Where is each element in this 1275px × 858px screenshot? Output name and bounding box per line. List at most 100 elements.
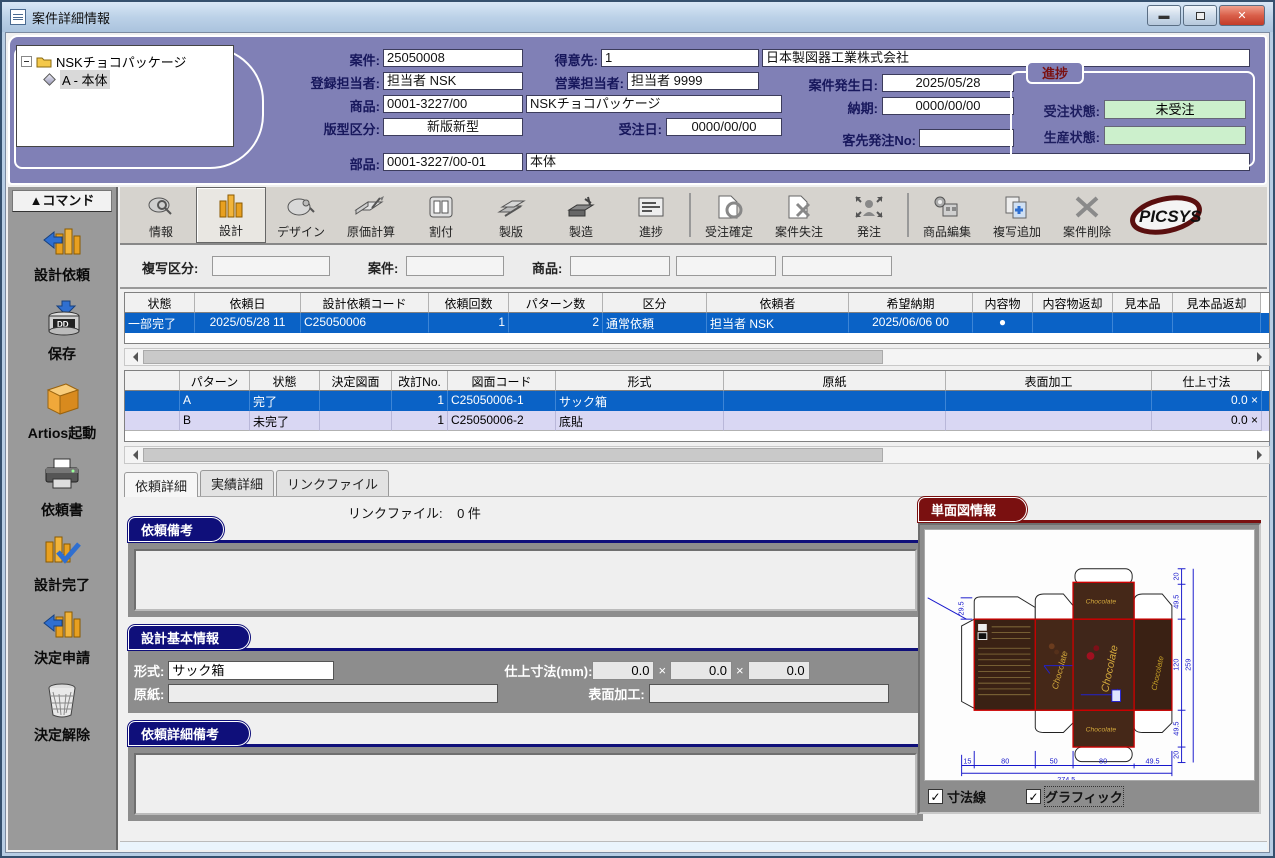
copy-case-field[interactable] xyxy=(406,256,504,276)
toolbar-copy-add[interactable]: 複写追加 xyxy=(982,187,1052,243)
toolbar-hacchu[interactable]: 発注 xyxy=(834,187,904,243)
dimension-line-checkbox[interactable]: ✓ 寸法線 xyxy=(928,787,986,806)
col-request-count: 依頼回数 xyxy=(429,293,509,313)
customer-po-field[interactable] xyxy=(919,129,1014,147)
single-view-section: 単面図情報 xyxy=(918,497,1261,814)
request-detail-note-field[interactable] xyxy=(134,753,917,815)
pattern-row-b[interactable]: B 未完了 1 C25050006-2 底貼 0.0 × xyxy=(125,411,1269,431)
pattern-table-scrollbar[interactable] xyxy=(124,446,1270,464)
tab-link-file[interactable]: リンクファイル xyxy=(276,470,389,496)
col-requester: 依頼者 xyxy=(707,293,849,313)
pattern-table-header: パターン 状態 決定図面 改訂No. 図面コード 形式 原紙 表面加工 仕上寸法 xyxy=(125,371,1269,391)
copy-product-name-field[interactable] xyxy=(782,256,892,276)
design-basic-section: 設計基本情報 形式: サック箱 仕上寸法(mm): 0.0 × 0.0 × xyxy=(128,625,923,713)
sidebar-item-decision-apply[interactable]: 決定申請 xyxy=(8,609,116,668)
surface-field[interactable] xyxy=(649,684,889,703)
base-paper-label: 原紙: xyxy=(134,684,164,703)
detail-tabs: 依頼詳細 実績詳細 リンクファイル xyxy=(124,472,1267,497)
sidebar-item-save[interactable]: DD 保存 xyxy=(8,299,116,364)
col-form: 形式 xyxy=(556,371,724,391)
sidebar-item-artios[interactable]: Artios起動 xyxy=(8,378,116,443)
command-sidebar: ▲コマンド 設計依頼 DD 保存 xyxy=(8,187,118,850)
graphic-checkbox[interactable]: ✓ グラフィック xyxy=(1026,787,1123,806)
request-table-header: 状態 依頼日 設計依頼コード 依頼回数 パターン数 区分 依頼者 希望納期 内容… xyxy=(125,293,1269,313)
base-paper-field[interactable] xyxy=(168,684,498,703)
part-tree[interactable]: NSKチョコパッケージ A - 本体 xyxy=(16,45,234,147)
finish-size-label: 仕上寸法(mm): xyxy=(504,661,592,680)
dim2-field[interactable]: 0.0 xyxy=(670,661,732,680)
customer-code-field[interactable]: 1 xyxy=(601,49,759,67)
trash-icon xyxy=(42,682,82,718)
main-content: 情報 設計 デザイン 原価計算 割付 xyxy=(120,187,1267,850)
restore-button[interactable] xyxy=(1183,5,1217,26)
close-button[interactable]: ✕ xyxy=(1219,5,1265,26)
request-table-row[interactable]: 一部完了 2025/05/28 11 C25050006 1 2 通常依頼 担当… xyxy=(125,313,1269,333)
request-note-field[interactable] xyxy=(134,549,917,611)
product-code-field[interactable]: 0001-3227/00 xyxy=(383,95,523,113)
window-title: 案件詳細情報 xyxy=(32,8,110,27)
sidebar-item-decision-release[interactable]: 決定解除 xyxy=(8,682,116,745)
sidebar-item-design-request[interactable]: 設計依頼 xyxy=(8,226,116,285)
toolbar-graphic-design[interactable]: デザイン xyxy=(266,187,336,243)
contents-dot: ● xyxy=(973,313,1033,333)
toolbar-progress[interactable]: 進捗 xyxy=(616,187,686,243)
col-contents: 内容物 xyxy=(973,293,1033,313)
sales-staff-field[interactable]: 担当者 9999 xyxy=(627,72,759,90)
toolbar-design[interactable]: 設計 xyxy=(196,187,266,243)
dim3-field[interactable]: 0.0 xyxy=(748,661,810,680)
toolbar-cost-calc[interactable]: 原価計算 xyxy=(336,187,406,243)
dim1-field[interactable]: 0.0 xyxy=(592,661,654,680)
dieline-drawing: Chocolate Chocolate Chocolate Chocolate … xyxy=(924,529,1255,781)
tree-root-node[interactable]: NSKチョコパッケージ xyxy=(21,52,229,70)
copy-product-code-field[interactable] xyxy=(570,256,670,276)
tree-collapse-icon[interactable] xyxy=(21,56,32,67)
pattern-row-a[interactable]: A 完了 1 C25050006-1 サック箱 0.0 × xyxy=(125,391,1269,411)
tab-request-detail[interactable]: 依頼詳細 xyxy=(124,472,198,497)
case-date-field[interactable]: 2025/05/28 xyxy=(882,74,1014,92)
customer-name-field[interactable]: 日本製図器工業株式会社 xyxy=(762,49,1250,67)
tree-child-node[interactable]: A - 本体 xyxy=(21,70,229,88)
command-collapse-button[interactable]: ▲コマンド xyxy=(12,190,112,212)
printer-icon xyxy=(40,457,84,493)
order-date-field[interactable]: 0000/00/00 xyxy=(666,118,782,136)
minimize-button[interactable]: ▬ xyxy=(1147,5,1181,26)
scroll-left-icon[interactable] xyxy=(125,349,143,365)
dim-b2: 80 xyxy=(1001,757,1009,766)
delivery-field[interactable]: 0000/00/00 xyxy=(882,97,1014,115)
col-base-paper: 原紙 xyxy=(724,371,946,391)
col-revision: 改訂No. xyxy=(392,371,448,391)
toolbar-manufacture[interactable]: 製造 xyxy=(546,187,616,243)
dim-r1: 20 xyxy=(1172,572,1181,580)
scroll-left-icon[interactable] xyxy=(125,447,143,463)
col-sample-return: 見本品返却 xyxy=(1173,293,1261,313)
product-edit-icon xyxy=(931,194,963,220)
toolbar-product-edit[interactable]: 商品編集 xyxy=(912,187,982,243)
col-kind: 区分 xyxy=(603,293,707,313)
case-field[interactable]: 25050008 xyxy=(383,49,523,67)
scrollbar-thumb[interactable] xyxy=(143,350,883,364)
scroll-right-icon[interactable] xyxy=(1251,447,1269,463)
toolbar-layout[interactable]: 割付 xyxy=(406,187,476,243)
tab-result-detail[interactable]: 実績詳細 xyxy=(200,470,274,496)
copy-kind-field[interactable] xyxy=(212,256,330,276)
col-request-date: 依頼日 xyxy=(195,293,301,313)
toolbar-case-delete[interactable]: 案件削除 xyxy=(1052,187,1122,243)
copy-product-sub-field[interactable] xyxy=(676,256,776,276)
form-field[interactable]: サック箱 xyxy=(168,661,334,680)
sidebar-item-design-complete[interactable]: 設計完了 xyxy=(8,534,116,595)
register-staff-field[interactable]: 担当者 NSK xyxy=(383,72,523,90)
toolbar-order-lost[interactable]: 案件失注 xyxy=(764,187,834,243)
scrollbar-thumb[interactable] xyxy=(143,448,883,462)
scroll-right-icon[interactable] xyxy=(1251,349,1269,365)
progress-group: 進捗 受注状態: 未受注 生産状態: xyxy=(1010,71,1255,167)
toolbar-info[interactable]: 情報 xyxy=(126,187,196,243)
product-name-field[interactable]: NSKチョコパッケージ xyxy=(526,95,782,113)
part-code-field[interactable]: 0001-3227/00-01 xyxy=(383,153,523,171)
request-table-scrollbar[interactable] xyxy=(124,348,1270,366)
plate-type-field[interactable]: 新版新型 xyxy=(383,118,523,136)
toolbar-plate[interactable]: 製版 xyxy=(476,187,546,243)
sidebar-item-request-sheet[interactable]: 依頼書 xyxy=(8,457,116,520)
toolbar-order-confirm[interactable]: 受注確定 xyxy=(694,187,764,243)
design-request-table: 状態 依頼日 設計依頼コード 依頼回数 パターン数 区分 依頼者 希望納期 内容… xyxy=(124,292,1270,344)
info-icon xyxy=(146,194,176,220)
